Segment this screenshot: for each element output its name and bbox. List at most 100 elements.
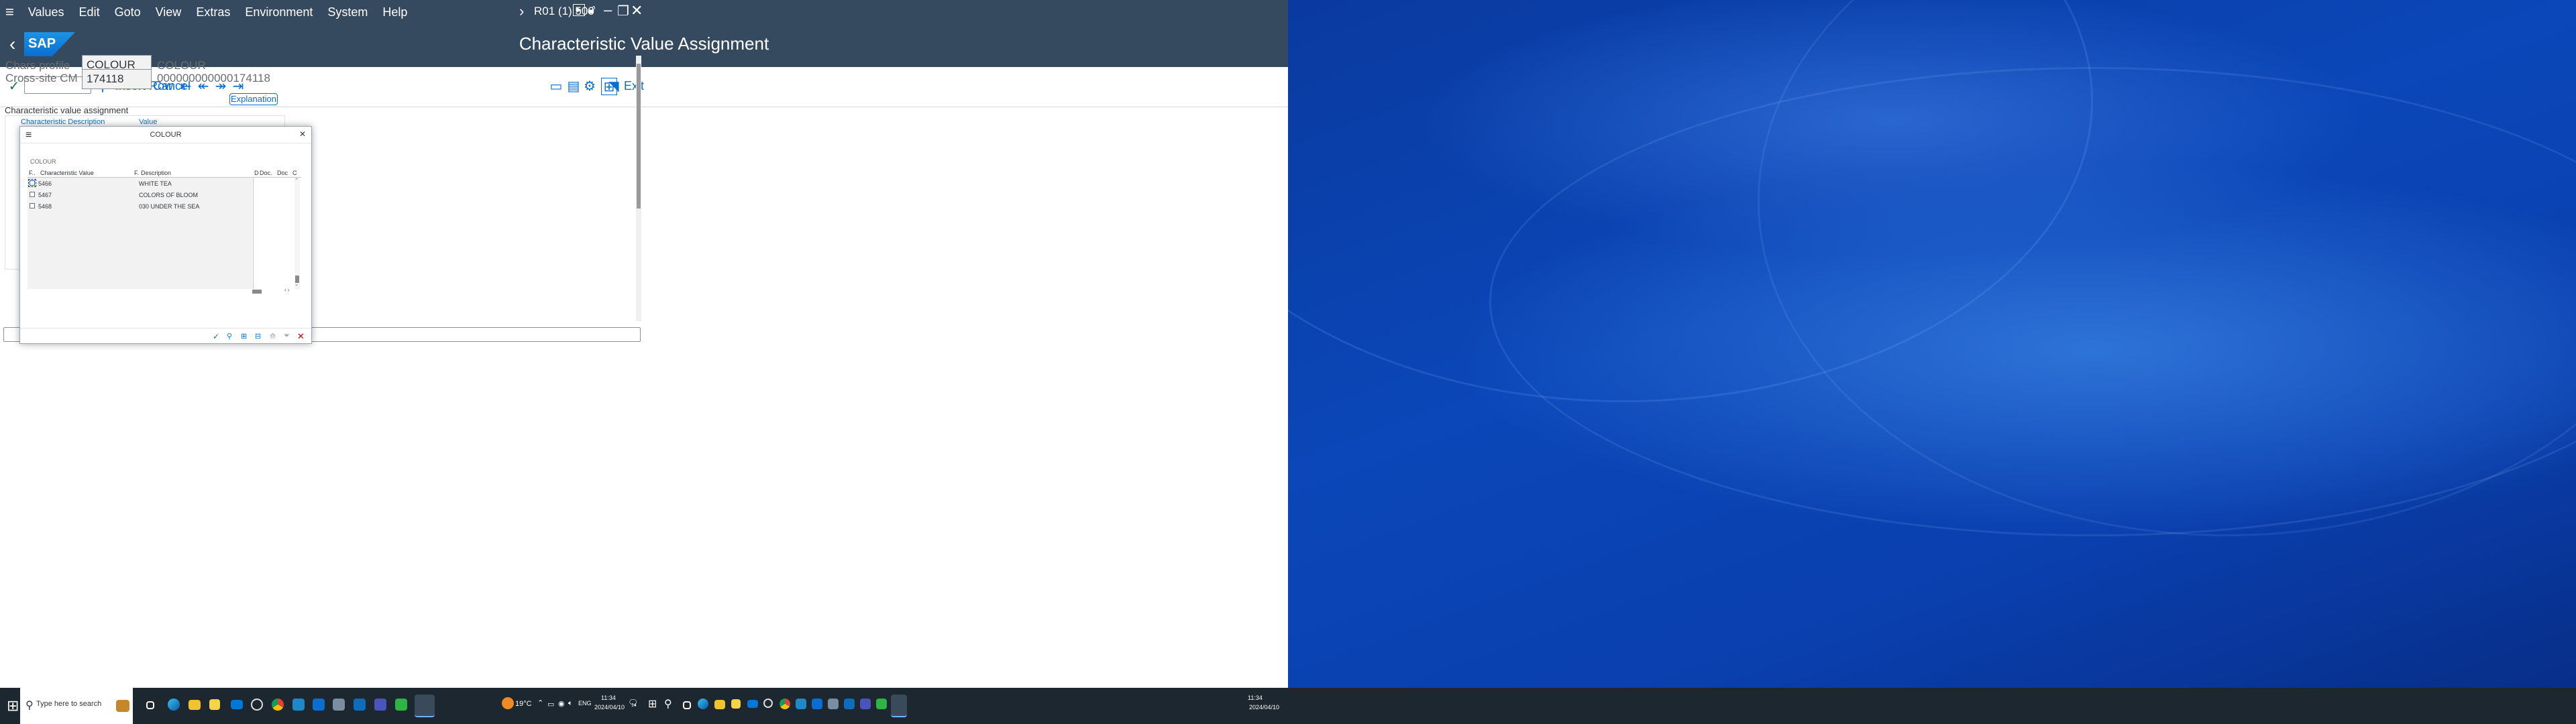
- settings-icon[interactable]: [251, 699, 263, 711]
- filter-icon[interactable]: ⏷: [284, 332, 290, 341]
- task-view-icon[interactable]: [146, 701, 154, 709]
- explanation-button[interactable]: Explanation: [229, 93, 278, 105]
- main-scrollbar[interactable]: [636, 56, 641, 321]
- confirm-icon[interactable]: ✓: [213, 332, 219, 341]
- col-doc2[interactable]: Doc: [277, 170, 288, 176]
- search-icon[interactable]: ⚲: [664, 697, 672, 711]
- mail-icon[interactable]: [747, 700, 758, 708]
- clock-time-2[interactable]: 11:34: [1248, 695, 1263, 701]
- table-row[interactable]: 5468 030 UNDER THE SEA: [28, 201, 252, 211]
- settings-icon[interactable]: ⚙: [581, 78, 598, 95]
- chevron-up-icon[interactable]: ⌃: [537, 699, 543, 707]
- window-icon[interactable]: ▭: [547, 78, 565, 95]
- menu-edit[interactable]: Edit: [72, 5, 107, 19]
- hamburger-icon[interactable]: ≡: [0, 3, 21, 21]
- col-c[interactable]: C: [292, 170, 297, 176]
- col-d[interactable]: D: [254, 170, 259, 176]
- settings-icon[interactable]: [763, 699, 773, 708]
- col-characteristic-description[interactable]: Characteristic Description: [21, 118, 105, 126]
- language-indicator[interactable]: ENG: [578, 700, 592, 707]
- outlook-icon[interactable]: [354, 699, 366, 711]
- col-f[interactable]: F..: [29, 170, 36, 176]
- minimize-icon[interactable]: –: [604, 1, 612, 19]
- row-checkbox[interactable]: [30, 203, 35, 208]
- layout-icon[interactable]: ▤: [565, 78, 582, 95]
- flag-icon[interactable]: ◥: [608, 78, 620, 95]
- active-app-icon[interactable]: [415, 695, 435, 717]
- rocket-icon[interactable]: [333, 699, 345, 711]
- green-app-icon[interactable]: [395, 699, 407, 711]
- weather-temp[interactable]: 19°C: [515, 700, 532, 708]
- sap-logon-icon[interactable]: [812, 699, 822, 709]
- menu-system[interactable]: System: [320, 5, 375, 19]
- restore-icon[interactable]: ❐: [617, 3, 629, 19]
- value-grid: F.. Characteristic Value F. Description …: [28, 168, 301, 294]
- menu-view[interactable]: View: [148, 5, 189, 19]
- col-doc1[interactable]: Doc.: [260, 170, 272, 176]
- teams-icon[interactable]: [374, 699, 386, 711]
- clock-date[interactable]: 2024/04/10: [594, 704, 625, 711]
- menu-bar: ≡ Values Edit Goto View Extras Environme…: [0, 0, 1288, 24]
- select-all-icon[interactable]: ⊞: [241, 332, 247, 341]
- task-view-icon[interactable]: [683, 701, 691, 709]
- green-app-icon[interactable]: [876, 699, 887, 709]
- outlook-icon[interactable]: [844, 699, 855, 709]
- row-checkbox[interactable]: [28, 179, 36, 187]
- cross-site-cm-field[interactable]: 174118: [82, 69, 152, 89]
- close-icon[interactable]: ✕: [299, 129, 306, 139]
- menu-environment[interactable]: Environment: [237, 5, 320, 19]
- store-icon[interactable]: [731, 699, 741, 709]
- battery-icon[interactable]: ▭: [547, 700, 554, 709]
- col-characteristic-value[interactable]: Characteristic Value: [40, 170, 94, 176]
- windows-start-icon[interactable]: ⊞: [7, 697, 19, 715]
- briefcase-icon[interactable]: [116, 700, 129, 712]
- chevron-down-icon[interactable]: ⌄: [294, 282, 299, 287]
- clock-time[interactable]: 11:34: [601, 695, 616, 701]
- cross-site-cm-desc: 000000000000174118: [157, 72, 270, 84]
- teams-icon[interactable]: [860, 699, 871, 709]
- file-explorer-icon[interactable]: [714, 700, 725, 709]
- chevron-left-icon[interactable]: ‹ ›: [284, 287, 290, 293]
- table-row[interactable]: 5467 COLORS OF BLOOM: [28, 190, 252, 200]
- grid-hscrollbar[interactable]: [252, 290, 262, 294]
- menu-values[interactable]: Values: [21, 5, 72, 19]
- store-icon[interactable]: [209, 699, 220, 710]
- col-f2[interactable]: F.: [134, 170, 139, 176]
- volume-icon[interactable]: 🔈︎: [568, 699, 573, 708]
- menu-goto[interactable]: Goto: [107, 5, 148, 19]
- sort-icon[interactable]: ⟰: [270, 332, 276, 341]
- active-app-icon[interactable]: [891, 695, 907, 717]
- sap-app-icon[interactable]: [796, 699, 806, 709]
- chevron-up-icon[interactable]: ⌃: [294, 178, 299, 183]
- col-description[interactable]: Description: [141, 170, 171, 176]
- sap-logon-icon[interactable]: [313, 699, 325, 711]
- rocket-icon[interactable]: [828, 699, 839, 709]
- chevron-right-icon[interactable]: ›: [519, 3, 524, 20]
- mail-icon[interactable]: [231, 700, 243, 709]
- deselect-all-icon[interactable]: ⊟: [255, 332, 261, 341]
- edge-icon[interactable]: [698, 699, 708, 709]
- page-title: Characteristic Value Assignment: [519, 34, 769, 54]
- grid-vscrollbar[interactable]: ⌃ ⌄: [294, 178, 300, 289]
- network-icon[interactable]: ◉: [558, 699, 565, 708]
- menu-extras[interactable]: Extras: [189, 5, 237, 19]
- chrome-icon[interactable]: [272, 699, 284, 711]
- table-row[interactable]: 5466 WHITE TEA: [28, 178, 252, 188]
- search-icon[interactable]: ⚲: [227, 332, 232, 341]
- clock-date-2[interactable]: 2024/04/10: [1249, 704, 1279, 711]
- edge-icon[interactable]: [168, 699, 180, 711]
- sap-app-icon[interactable]: [292, 699, 305, 711]
- file-explorer-icon[interactable]: [189, 700, 201, 710]
- row-checkbox[interactable]: [30, 192, 35, 197]
- cancel-icon[interactable]: ✕: [297, 331, 305, 342]
- row-value: 5467: [38, 192, 52, 198]
- scroll-thumb[interactable]: [637, 64, 641, 208]
- row-value: 5466: [38, 180, 52, 187]
- close-icon[interactable]: ✕: [631, 2, 643, 19]
- windows-start-icon[interactable]: ⊞: [648, 697, 657, 711]
- col-value[interactable]: Value: [139, 118, 157, 126]
- play-icon[interactable]: ▸: [573, 4, 585, 16]
- menu-help[interactable]: Help: [375, 5, 415, 19]
- chrome-icon[interactable]: [780, 699, 790, 709]
- lock-icon[interactable]: 🔓︎: [588, 3, 596, 17]
